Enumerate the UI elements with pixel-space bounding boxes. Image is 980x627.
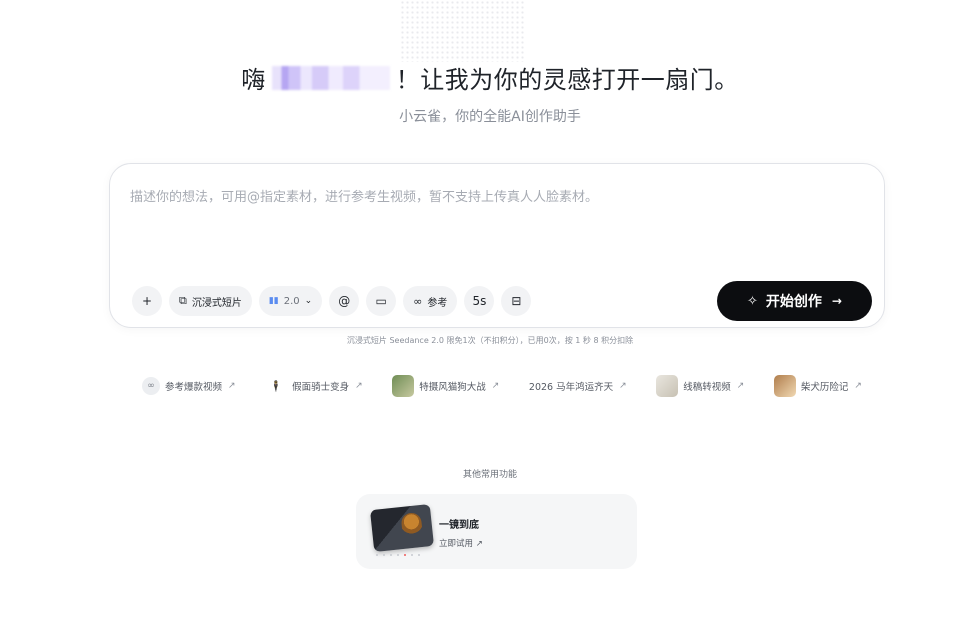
shortcut-label: 参考爆款视频 bbox=[165, 382, 223, 393]
aspect-ratio-button[interactable]: ▭ bbox=[366, 286, 397, 316]
greeting-prefix: 嗨 bbox=[241, 66, 266, 94]
mention-button[interactable]: @ bbox=[329, 286, 360, 316]
external-arrow-icon: ↗ bbox=[854, 381, 862, 391]
frame-icon: ▭ bbox=[375, 294, 387, 308]
link-icon: ∞ bbox=[142, 377, 160, 395]
shortcut-item[interactable]: 🕴 假面骑士变身 ↗ bbox=[265, 375, 363, 397]
model-bars-icon: ▮▮ bbox=[268, 296, 279, 306]
dog-preview-icon bbox=[400, 511, 423, 536]
external-arrow-icon: ↗ bbox=[736, 381, 745, 391]
model-version-dropdown[interactable]: ▮▮ 2.0 ⌄ bbox=[258, 286, 323, 316]
start-create-button[interactable]: ✧ 开始创作 → bbox=[717, 281, 872, 321]
shortcut-item[interactable]: 2026 马年鸿运齐天 ↗ bbox=[529, 379, 627, 393]
feature-preview-image bbox=[369, 503, 435, 553]
external-arrow-icon: ↗ bbox=[355, 381, 363, 391]
try-now-label: 立即试用 bbox=[439, 539, 474, 549]
chevron-down-icon: ⌄ bbox=[304, 296, 313, 306]
character-thumbnail: 🕴 bbox=[269, 379, 283, 393]
shortcut-item[interactable]: ∞ 参考爆款视频 ↗ bbox=[142, 377, 236, 395]
shortcut-item[interactable]: 特摄风猫狗大战 ↗ bbox=[392, 375, 499, 397]
try-now-link[interactable]: 立即试用 ↗ bbox=[439, 537, 483, 549]
at-icon: @ bbox=[338, 294, 351, 308]
composer-toolbar: + ⧉ 沉浸式短片 ▮▮ 2.0 ⌄ @ ▭ ∞ 参考 5s ⊟ bbox=[132, 286, 532, 316]
mode-selector[interactable]: ⧉ 沉浸式短片 bbox=[169, 286, 252, 316]
start-create-label: 开始创作 bbox=[765, 294, 822, 310]
shortcut-item[interactable]: 线稿转视频 ↗ bbox=[656, 375, 744, 397]
link-icon: ∞ bbox=[413, 294, 423, 308]
shortcut-item[interactable]: 柴犬历险记 ↗ bbox=[773, 375, 862, 397]
reference-button[interactable]: ∞ 参考 bbox=[403, 286, 458, 316]
external-arrow-icon: ↗ bbox=[228, 381, 236, 391]
magic-wand-icon: ✧ bbox=[747, 293, 758, 309]
greeting-suffix: ！让我为你的灵感打开一扇门。 bbox=[395, 66, 739, 94]
subtitle-toggle-button[interactable]: ⊟ bbox=[501, 286, 532, 316]
quota-notice: 沉浸式短片 Seedance 2.0 限免1次（不扣积分），已用0次，按 1 秒… bbox=[346, 336, 634, 345]
prompt-composer: + ⧉ 沉浸式短片 ▮▮ 2.0 ⌄ @ ▭ ∞ 参考 5s bbox=[109, 163, 885, 328]
inspiration-shortcuts: ∞ 参考爆款视频 ↗ 🕴 假面骑士变身 ↗ 特摄风猫狗大战 ↗ 2026 马年鸿… bbox=[142, 375, 862, 397]
mode-label: 沉浸式短片 bbox=[191, 297, 242, 309]
caption-icon: ⊟ bbox=[511, 294, 522, 308]
video-mode-icon: ⧉ bbox=[179, 294, 187, 307]
prompt-input[interactable] bbox=[128, 184, 852, 268]
external-arrow-icon: ↗ bbox=[475, 539, 483, 549]
duration-label: 5s bbox=[472, 294, 487, 308]
greeting-heading: 嗨 ！让我为你的灵感打开一扇门。 bbox=[0, 60, 980, 95]
decorative-dot-grid bbox=[400, 0, 525, 62]
plus-icon: + bbox=[141, 294, 153, 308]
model-version: 2.0 bbox=[283, 295, 300, 307]
shortcut-label: 线稿转视频 bbox=[683, 382, 731, 393]
arrow-right-icon: → bbox=[831, 294, 842, 308]
photo-thumbnail bbox=[392, 375, 415, 397]
duration-button[interactable]: 5s bbox=[464, 286, 495, 316]
page: 嗨 ！让我为你的灵感打开一扇门。 小云雀，你的全能AI创作助手 + ⧉ 沉浸式短… bbox=[0, 0, 980, 627]
shortcut-label: 2026 马年鸿运齐天 bbox=[528, 382, 614, 393]
subtitle: 小云雀，你的全能AI创作助手 bbox=[399, 109, 581, 125]
external-arrow-icon: ↗ bbox=[619, 381, 627, 391]
add-button[interactable]: + bbox=[132, 286, 162, 316]
dog-thumbnail bbox=[773, 375, 796, 397]
shortcut-label: 柴犬历险记 bbox=[800, 382, 849, 393]
carousel-dots bbox=[376, 554, 420, 556]
external-arrow-icon: ↗ bbox=[491, 381, 500, 391]
shortcut-label: 假面骑士变身 bbox=[292, 382, 350, 393]
shortcut-label: 特摄风猫狗大战 bbox=[419, 382, 486, 393]
other-features-title: 其他常用功能 bbox=[462, 470, 517, 480]
one-take-feature-card[interactable]: 一镜到底 立即试用 ↗ bbox=[356, 494, 637, 569]
blurred-username bbox=[271, 65, 390, 90]
feature-title: 一镜到底 bbox=[439, 520, 479, 531]
reference-label: 参考 bbox=[427, 297, 448, 309]
sketch-thumbnail bbox=[656, 375, 679, 397]
